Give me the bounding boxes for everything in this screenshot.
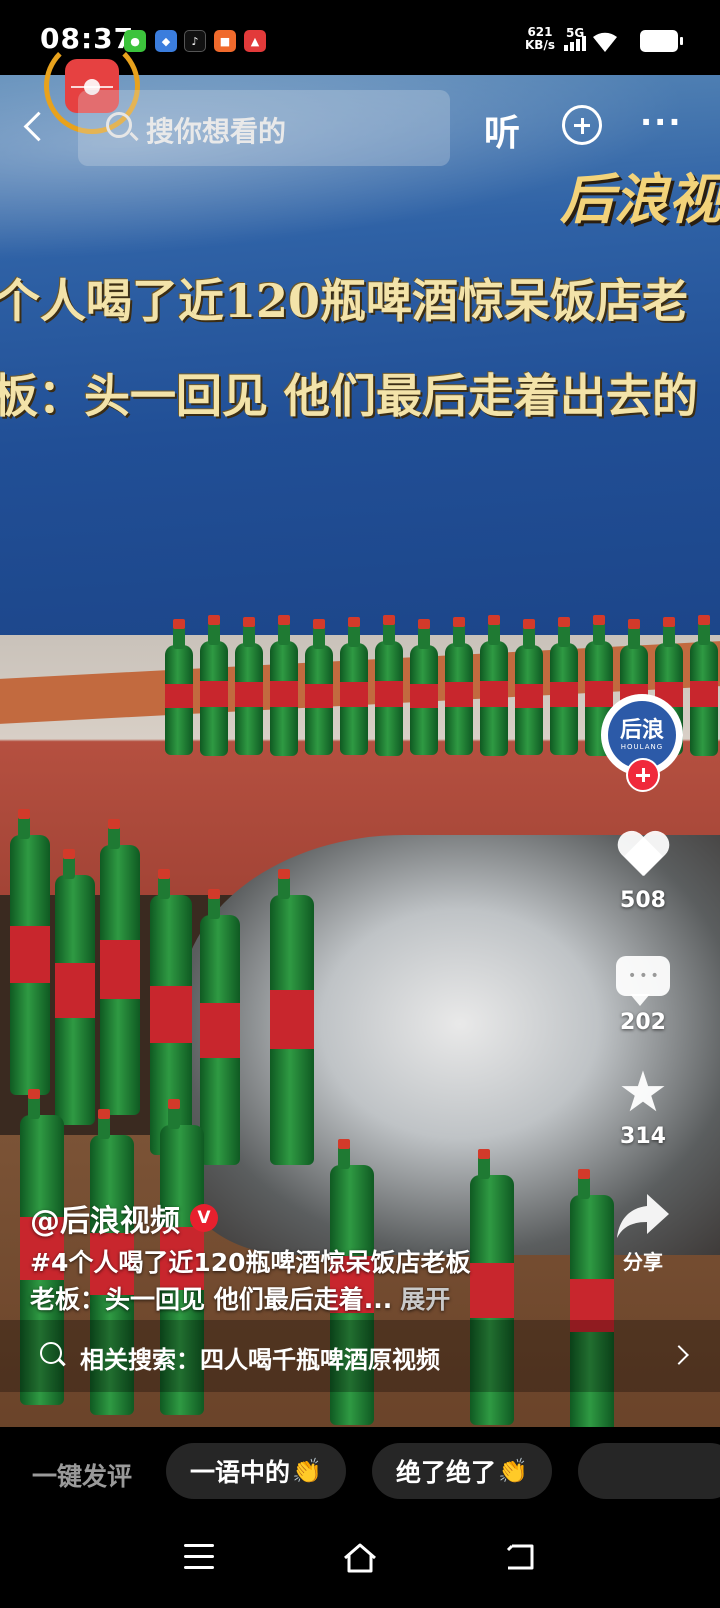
like-count: 508: [620, 888, 666, 913]
search-icon: [106, 112, 132, 138]
signal-bar-icon: [570, 42, 574, 51]
favorite-count: 314: [620, 1124, 666, 1149]
bottle-image: [10, 809, 50, 1095]
bottle-image: [550, 617, 578, 755]
more-button[interactable]: ···: [640, 103, 682, 141]
bottle-image: [340, 617, 368, 755]
chevron-right-icon: [669, 1345, 689, 1365]
app-icon-orange: ■: [214, 30, 236, 52]
signal-bar-icon: [564, 45, 568, 51]
post-description-line2[interactable]: 老板：头一回见 他们最后走着... 展开: [30, 1280, 450, 1316]
search-icon: [40, 1342, 62, 1364]
bottle-image: [55, 849, 95, 1125]
clap-icon: 👏: [292, 1457, 322, 1485]
expand-link[interactable]: 展开: [400, 1285, 450, 1314]
bottle-image: [480, 615, 508, 756]
bottle-image: [200, 889, 240, 1165]
network-speed-unit: KB/s: [525, 38, 555, 52]
avatar-logo-text: 后浪: [619, 718, 664, 743]
app-icon-red: ▲: [244, 30, 266, 52]
related-search-text: 相关搜索：四人喝千瓶啤酒原视频: [80, 1346, 440, 1374]
quick-comment-bar: 一键发评 一语中的 👏 绝了绝了 👏: [0, 1427, 720, 1522]
network-speed: 621 KB/s: [525, 26, 555, 52]
star-icon: ★: [617, 1060, 669, 1125]
bottle-image: [165, 619, 193, 755]
clap-icon: 👏: [498, 1457, 528, 1485]
system-back-button[interactable]: [504, 1542, 536, 1572]
post-description-line1[interactable]: #4个人喝了近120瓶啤酒惊呆饭店老板: [30, 1243, 471, 1279]
favorite-button[interactable]: ★ 314: [608, 1060, 678, 1150]
signal-bar-icon: [576, 39, 580, 51]
listen-button[interactable]: 听: [484, 104, 520, 156]
share-button[interactable]: 分享: [608, 1192, 678, 1275]
wifi-icon: [593, 32, 617, 52]
author-name[interactable]: @后浪视频: [30, 1196, 180, 1240]
video-caption-line1: 个人喝了近120瓶啤酒惊呆饭店老: [0, 274, 689, 328]
search-input[interactable]: 搜你想看的: [78, 90, 450, 166]
bottle-image: [690, 615, 718, 756]
bottle-image: [410, 619, 438, 755]
quick-comment-chip[interactable]: 绝了绝了 👏: [372, 1443, 552, 1499]
share-label: 分享: [623, 1250, 663, 1274]
wechat-icon: ●: [124, 30, 146, 52]
quick-comment-label: 一键发评: [32, 1462, 133, 1491]
comment-button[interactable]: ••• 202: [608, 956, 678, 1035]
share-icon: [615, 1192, 671, 1240]
tiktok-icon: ♪: [184, 30, 206, 52]
battery-icon: [640, 30, 683, 52]
bottle-image: [235, 617, 263, 755]
avatar-logo-subtext: HOULANG: [620, 743, 664, 751]
quick-comment-chip-partial[interactable]: [578, 1443, 720, 1499]
comment-icon: •••: [616, 956, 670, 1006]
chip-text: 一语中的: [190, 1458, 291, 1487]
follow-button[interactable]: [626, 758, 660, 792]
related-search-bar[interactable]: 相关搜索：四人喝千瓶啤酒原视频: [0, 1320, 720, 1392]
add-icon[interactable]: [562, 105, 602, 145]
signal-bar-icon: [582, 36, 586, 51]
author-row[interactable]: @后浪视频 V: [30, 1196, 218, 1240]
video-caption-line2: 板：头一回见 他们最后走着出去的: [0, 369, 699, 423]
comment-count: 202: [620, 1010, 666, 1035]
heart-icon: [616, 832, 670, 882]
bottle-image: [375, 615, 403, 756]
back-button[interactable]: [18, 104, 58, 148]
bottle-image: [100, 819, 140, 1115]
chip-text: 绝了绝了: [396, 1458, 497, 1487]
app-icon-blue: ◆: [155, 30, 177, 52]
quick-comment-chip[interactable]: 一语中的 👏: [166, 1443, 346, 1499]
bottle-image: [270, 869, 314, 1165]
like-button[interactable]: 508: [608, 832, 678, 913]
verified-badge: V: [190, 1204, 218, 1232]
bottle-image: [515, 619, 543, 755]
search-placeholder: 搜你想看的: [146, 115, 287, 148]
video-brand-watermark: 后浪视: [560, 167, 720, 231]
bottle-image: [270, 615, 298, 756]
bottle-image: [200, 615, 228, 756]
post-description-text: 老板：头一回见 他们最后走着...: [30, 1285, 393, 1314]
home-button[interactable]: [342, 1542, 378, 1574]
bottle-image: [445, 617, 473, 755]
bottle-image: [305, 619, 333, 755]
system-nav-bar: [0, 1522, 720, 1608]
recent-apps-button[interactable]: [184, 1544, 214, 1570]
